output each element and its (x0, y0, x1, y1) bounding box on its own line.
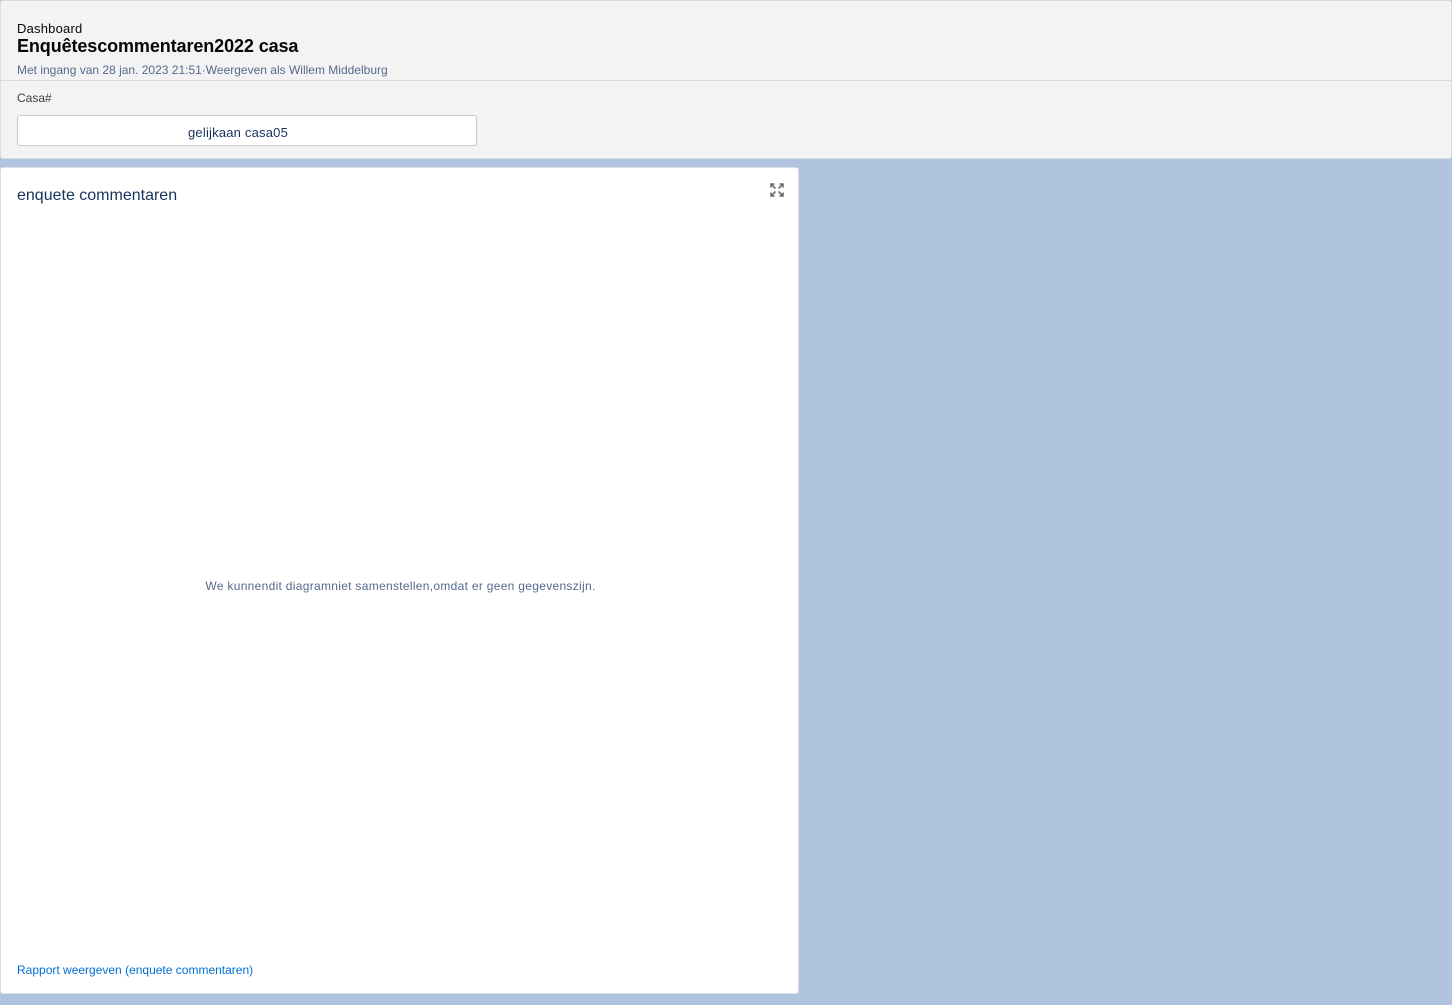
filter-label: Casa# (17, 91, 52, 105)
widget-title: enquete commentaren (17, 187, 178, 204)
expand-icon[interactable] (769, 182, 785, 198)
header-eyebrow: Dashboard (17, 21, 83, 36)
dashboard-header: Dashboard Enquêtescommentaren2022 casa M… (0, 0, 1452, 159)
header-title-area: Dashboard Enquêtescommentaren2022 casa M… (1, 1, 1451, 81)
empty-chart-message: We kunnendit diagramniet samenstellen,om… (205, 579, 596, 593)
header-subtitle: Met ingang van 28 jan. 2023 21:51·Weerge… (17, 63, 388, 77)
chart-widget: enquete commentaren We kunnendit diagram… (0, 167, 799, 994)
page-title: Enquêtescommentaren2022 casa (17, 36, 299, 56)
filter-value: gelijkaan casa05 (188, 125, 289, 140)
view-report-link[interactable]: Rapport weergeven (enquete commentaren) (17, 963, 253, 977)
casa-filter[interactable]: gelijkaan casa05 (17, 115, 477, 146)
